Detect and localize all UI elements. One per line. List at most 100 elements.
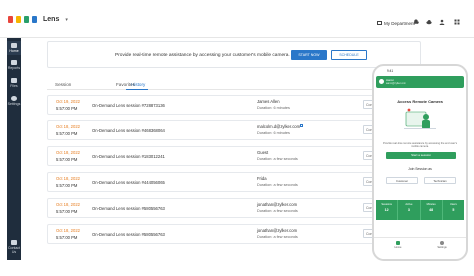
- sidebar-item-label: Settings: [7, 102, 21, 106]
- session-time: 5:57:00 PM: [56, 106, 78, 111]
- stat-value: 48: [429, 208, 434, 212]
- session-time: 5:57:00 PM: [56, 157, 78, 162]
- phone-nav-label: Settings: [437, 246, 447, 249]
- session-date: Oct 18, 2022: [56, 124, 80, 129]
- sidebar-item-files[interactable]: Files: [7, 76, 21, 90]
- stat-value: 3: [407, 208, 410, 212]
- copy-icon[interactable]: [300, 124, 303, 127]
- join-as-technician-button[interactable]: Technician: [424, 177, 456, 184]
- user-email: aaron@zylker.com: [386, 82, 406, 85]
- session-title: On-Demand Lens session #580556763: [92, 206, 165, 211]
- cloud-icon[interactable]: [426, 19, 432, 25]
- start-session-banner: Provide real-time remote assistance by a…: [47, 41, 421, 68]
- avatar: [379, 79, 384, 84]
- phone-title: Access Remote Camera: [397, 99, 443, 104]
- session-duration: Duration: a few seconds: [257, 183, 298, 187]
- gear-icon: [440, 241, 444, 245]
- logo-block-blue: [32, 16, 37, 23]
- logo-block-yellow: [16, 16, 21, 23]
- session-duration: Duration: a few seconds: [257, 235, 298, 239]
- participant-name: Guest: [257, 150, 269, 155]
- app-name: Lens: [43, 16, 60, 23]
- start-session-button[interactable]: Start a session: [386, 152, 456, 159]
- session-time: 5:57:00 PM: [56, 235, 78, 240]
- bell-icon[interactable]: [413, 19, 419, 25]
- sidebar-item-label: Files: [10, 84, 18, 88]
- logo-block-red: [8, 16, 13, 23]
- sidebar-item-home[interactable]: Home: [7, 41, 21, 55]
- table-row[interactable]: Oct 18, 2022 5:57:00 PM On-Demand Lens s…: [47, 198, 383, 218]
- stat-value: 12: [384, 208, 389, 212]
- sidebar: Home Reports Files Settings Contact Us: [7, 38, 21, 260]
- session-duration: Duration: 6 minutes: [257, 131, 290, 135]
- participant-name: James Allen: [257, 99, 280, 104]
- phone-nav-label: Home: [394, 246, 402, 249]
- files-icon: [11, 78, 17, 83]
- chevron-down-icon[interactable]: ▾: [65, 17, 68, 23]
- gear-icon: [11, 96, 17, 101]
- mobile-app-preview: 9:41 Aaron aaron@zylker.com Access Remot…: [372, 64, 468, 261]
- session-title: On-Demand Lens session #468368064: [92, 128, 165, 133]
- session-title: On-Demand Lens session #444056065: [92, 180, 165, 185]
- start-now-button[interactable]: START NOW: [291, 50, 327, 60]
- table-row[interactable]: Oct 18, 2022 5:57:00 PM On-Demand Lens s…: [47, 224, 383, 244]
- stat-label: Sessions: [381, 203, 392, 206]
- apps-grid-icon[interactable]: [454, 19, 460, 25]
- stat-value: 5: [452, 208, 455, 212]
- sidebar-item-settings[interactable]: Settings: [7, 94, 21, 108]
- table-row[interactable]: Oct 18, 2022 5:57:00 PM On-Demand Lens s…: [47, 120, 383, 140]
- session-duration: Duration: 6 minutes: [257, 106, 290, 110]
- stat-item: Users 5: [443, 200, 464, 220]
- stat-label: Minutes: [426, 203, 436, 206]
- sidebar-item-label: Reports: [7, 66, 21, 70]
- join-session-label: Join Session as: [408, 167, 432, 171]
- tab-session[interactable]: Session: [55, 82, 71, 87]
- join-as-customer-button[interactable]: Customer: [386, 177, 418, 184]
- contact-icon: [11, 240, 17, 245]
- tab-favorites[interactable]: Favorites: [116, 82, 135, 87]
- session-tabs: Session History: [47, 80, 377, 90]
- participant-name: jonathan@zylker.com: [257, 202, 298, 207]
- sidebar-item-label: Contact Us: [7, 246, 21, 254]
- session-date: Oct 18, 2022: [56, 228, 80, 233]
- sidebar-item-reports[interactable]: Reports: [7, 58, 21, 72]
- participant-name: malcolm.d@zylker.com: [257, 124, 301, 129]
- reports-icon: [11, 60, 17, 65]
- session-date: Oct 19, 2022: [56, 99, 80, 104]
- session-duration: Duration: a few seconds: [257, 209, 298, 213]
- session-title: On-Demand Lens session #580556763: [92, 232, 165, 237]
- phone-status-bar: 9:41: [374, 66, 466, 76]
- status-time: 9:41: [387, 69, 394, 73]
- department-icon: [377, 21, 382, 25]
- session-time: 5:57:00 PM: [56, 209, 78, 214]
- stat-item: Sessions 12: [376, 200, 399, 220]
- profile-icon[interactable]: [439, 19, 445, 25]
- home-icon: [11, 43, 17, 48]
- stat-label: Users: [449, 203, 457, 206]
- session-time: 5:57:00 PM: [56, 183, 78, 188]
- top-bar: Lens ▾ My Department ▾: [0, 0, 474, 38]
- stat-item: Minutes 48: [421, 200, 443, 220]
- banner-text: Provide real-time remote assistance by a…: [115, 53, 290, 58]
- sidebar-item-contact-us[interactable]: Contact Us: [7, 238, 21, 254]
- table-row[interactable]: Oct 18, 2022 5:57:00 PM On-Demand Lens s…: [47, 146, 383, 166]
- session-date: Oct 18, 2022: [56, 176, 80, 181]
- app-logo[interactable]: Lens ▾: [8, 16, 68, 23]
- table-row[interactable]: Oct 18, 2022 5:57:00 PM On-Demand Lens s…: [47, 172, 383, 192]
- home-icon: [396, 241, 400, 245]
- table-row[interactable]: Oct 19, 2022 5:57:00 PM On-Demand Lens s…: [47, 95, 383, 115]
- session-title: On-Demand Lens session #183012241: [92, 154, 165, 159]
- session-title: On-Demand Lens session #728873136: [92, 103, 165, 108]
- session-time: 5:57:00 PM: [56, 131, 78, 136]
- active-tab-indicator: [126, 89, 148, 90]
- phone-nav-settings[interactable]: Settings: [432, 241, 452, 249]
- stat-label: Active: [405, 203, 413, 206]
- phone-nav-home[interactable]: Home: [388, 241, 408, 249]
- session-date: Oct 18, 2022: [56, 202, 80, 207]
- department-label: My Department: [384, 20, 415, 26]
- participant-name: Frida: [257, 176, 267, 181]
- remote-camera-illustration: [404, 108, 436, 129]
- stat-item: Active 3: [398, 200, 421, 220]
- phone-description: Provide real-time remote assistance by a…: [382, 142, 458, 149]
- schedule-button[interactable]: SCHEDULE: [331, 50, 367, 60]
